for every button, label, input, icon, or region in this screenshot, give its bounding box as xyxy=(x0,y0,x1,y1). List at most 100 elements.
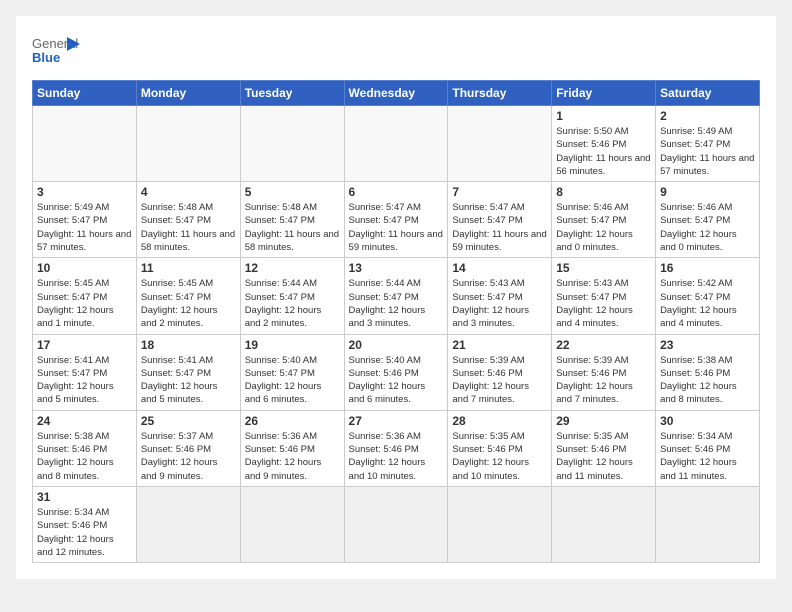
day-number: 14 xyxy=(452,261,547,275)
day-number: 29 xyxy=(556,414,651,428)
day-number: 24 xyxy=(37,414,132,428)
calendar-cell: 16Sunrise: 5:42 AMSunset: 5:47 PMDayligh… xyxy=(656,258,760,334)
calendar-cell: 3 Sunrise: 5:49 AMSunset: 5:47 PMDaylight… xyxy=(33,182,137,258)
logo: GeneralBlue xyxy=(32,32,82,72)
page-container: GeneralBlue SundayMondayTuesdayWednesday… xyxy=(16,16,776,579)
day-info: Sunrise: 5:39 AMSunset: 5:46 PMDaylight:… xyxy=(556,354,651,407)
day-number: 23 xyxy=(660,338,755,352)
calendar-cell: 4Sunrise: 5:48 AMSunset: 5:47 PMDaylight… xyxy=(136,182,240,258)
calendar-cell: 20 Sunrise: 5:40 AMSunset: 5:46 PMDayligh… xyxy=(344,334,448,410)
day-info: Sunrise: 5:46 AMSunset: 5:47 PMDaylight:… xyxy=(660,201,755,254)
calendar-cell: 17 Sunrise: 5:41 AMSunset: 5:47 PMDayligh… xyxy=(33,334,137,410)
calendar-cell: 2Sunrise: 5:49 AMSunset: 5:47 PMDaylight… xyxy=(656,106,760,182)
calendar-cell: 27Sunrise: 5:36 AMSunset: 5:46 PMDayligh… xyxy=(344,410,448,486)
day-info: Sunrise: 5:47 AMSunset: 5:47 PMDaylight:… xyxy=(349,201,444,254)
calendar-cell: 18Sunrise: 5:41 AMSunset: 5:47 PMDayligh… xyxy=(136,334,240,410)
calendar-cell: 6 Sunrise: 5:47 AMSunset: 5:47 PMDaylight… xyxy=(344,182,448,258)
calendar-cell: 14 Sunrise: 5:43 AMSunset: 5:47 PMDayligh… xyxy=(448,258,552,334)
calendar-cell: 12 Sunrise: 5:44 AMSunset: 5:47 PMDayligh… xyxy=(240,258,344,334)
calendar-cell xyxy=(240,106,344,182)
calendar-cell xyxy=(136,106,240,182)
day-info: Sunrise: 5:43 AMSunset: 5:47 PMDaylight:… xyxy=(452,277,547,330)
calendar-week-3: 10Sunrise: 5:45 AMSunset: 5:47 PMDayligh… xyxy=(33,258,760,334)
day-info: Sunrise: 5:46 AMSunset: 5:47 PMDaylight:… xyxy=(556,201,651,254)
calendar-week-6: 31Sunrise: 5:34 AMSunset: 5:46 PMDayligh… xyxy=(33,486,760,562)
calendar-cell xyxy=(656,486,760,562)
day-number: 9 xyxy=(660,185,755,199)
day-info: Sunrise: 5:35 AMSunset: 5:46 PMDaylight:… xyxy=(556,430,651,483)
calendar-week-5: 24Sunrise: 5:38 AMSunset: 5:46 PMDayligh… xyxy=(33,410,760,486)
day-number: 1 xyxy=(556,109,651,123)
calendar-week-1: 1 Sunrise: 5:50 AMSunset: 5:46 PMDaylight… xyxy=(33,106,760,182)
day-number: 17 xyxy=(37,338,132,352)
calendar-cell xyxy=(344,486,448,562)
calendar-cell: 13Sunrise: 5:44 AMSunset: 5:47 PMDayligh… xyxy=(344,258,448,334)
day-info: Sunrise: 5:36 AMSunset: 5:46 PMDaylight:… xyxy=(245,430,340,483)
calendar-cell: 21Sunrise: 5:39 AMSunset: 5:46 PMDayligh… xyxy=(448,334,552,410)
day-number: 26 xyxy=(245,414,340,428)
calendar-cell: 22 Sunrise: 5:39 AMSunset: 5:46 PMDayligh… xyxy=(552,334,656,410)
day-number: 2 xyxy=(660,109,755,123)
day-info: Sunrise: 5:41 AMSunset: 5:47 PMDaylight:… xyxy=(37,354,132,407)
day-number: 20 xyxy=(349,338,444,352)
calendar-cell xyxy=(240,486,344,562)
day-info: Sunrise: 5:41 AMSunset: 5:47 PMDaylight:… xyxy=(141,354,236,407)
calendar-cell: 29 Sunrise: 5:35 AMSunset: 5:46 PMDayligh… xyxy=(552,410,656,486)
day-number: 4 xyxy=(141,185,236,199)
day-number: 6 xyxy=(349,185,444,199)
header: GeneralBlue xyxy=(32,32,760,72)
day-info: Sunrise: 5:50 AMSunset: 5:46 PMDaylight:… xyxy=(556,125,651,178)
calendar-cell xyxy=(448,106,552,182)
day-number: 15 xyxy=(556,261,651,275)
calendar-cell: 7 Sunrise: 5:47 AMSunset: 5:47 PMDaylight… xyxy=(448,182,552,258)
calendar-cell xyxy=(448,486,552,562)
calendar-cell xyxy=(552,486,656,562)
day-info: Sunrise: 5:40 AMSunset: 5:47 PMDaylight:… xyxy=(245,354,340,407)
calendar-header-monday: Monday xyxy=(136,81,240,106)
calendar-header-tuesday: Tuesday xyxy=(240,81,344,106)
day-number: 12 xyxy=(245,261,340,275)
calendar-table: SundayMondayTuesdayWednesdayThursdayFrid… xyxy=(32,80,760,563)
day-info: Sunrise: 5:44 AMSunset: 5:47 PMDaylight:… xyxy=(349,277,444,330)
day-number: 5 xyxy=(245,185,340,199)
calendar-cell: 23 Sunrise: 5:38 AMSunset: 5:46 PMDayligh… xyxy=(656,334,760,410)
day-info: Sunrise: 5:38 AMSunset: 5:46 PMDaylight:… xyxy=(660,354,755,407)
calendar-cell xyxy=(136,486,240,562)
calendar-cell: 9 Sunrise: 5:46 AMSunset: 5:47 PMDaylight… xyxy=(656,182,760,258)
day-number: 19 xyxy=(245,338,340,352)
calendar-cell: 30 Sunrise: 5:34 AMSunset: 5:46 PMDayligh… xyxy=(656,410,760,486)
day-number: 28 xyxy=(452,414,547,428)
calendar-cell xyxy=(344,106,448,182)
day-info: Sunrise: 5:40 AMSunset: 5:46 PMDaylight:… xyxy=(349,354,444,407)
calendar-header-saturday: Saturday xyxy=(656,81,760,106)
day-number: 31 xyxy=(37,490,132,504)
day-number: 25 xyxy=(141,414,236,428)
day-number: 3 xyxy=(37,185,132,199)
day-info: Sunrise: 5:49 AMSunset: 5:47 PMDaylight:… xyxy=(37,201,132,254)
day-number: 22 xyxy=(556,338,651,352)
day-info: Sunrise: 5:45 AMSunset: 5:47 PMDaylight:… xyxy=(141,277,236,330)
day-info: Sunrise: 5:34 AMSunset: 5:46 PMDaylight:… xyxy=(660,430,755,483)
day-number: 27 xyxy=(349,414,444,428)
calendar-cell: 11 Sunrise: 5:45 AMSunset: 5:47 PMDayligh… xyxy=(136,258,240,334)
calendar-cell: 15Sunrise: 5:43 AMSunset: 5:47 PMDayligh… xyxy=(552,258,656,334)
day-number: 30 xyxy=(660,414,755,428)
calendar-cell: 24Sunrise: 5:38 AMSunset: 5:46 PMDayligh… xyxy=(33,410,137,486)
day-number: 16 xyxy=(660,261,755,275)
day-info: Sunrise: 5:48 AMSunset: 5:47 PMDaylight:… xyxy=(245,201,340,254)
day-info: Sunrise: 5:45 AMSunset: 5:47 PMDaylight:… xyxy=(37,277,132,330)
calendar-week-4: 17 Sunrise: 5:41 AMSunset: 5:47 PMDayligh… xyxy=(33,334,760,410)
calendar-week-2: 3 Sunrise: 5:49 AMSunset: 5:47 PMDaylight… xyxy=(33,182,760,258)
day-info: Sunrise: 5:44 AMSunset: 5:47 PMDaylight:… xyxy=(245,277,340,330)
calendar-cell: 26 Sunrise: 5:36 AMSunset: 5:46 PMDayligh… xyxy=(240,410,344,486)
calendar-cell xyxy=(33,106,137,182)
calendar-cell: 25Sunrise: 5:37 AMSunset: 5:46 PMDayligh… xyxy=(136,410,240,486)
calendar-cell: 8Sunrise: 5:46 AMSunset: 5:47 PMDaylight… xyxy=(552,182,656,258)
day-number: 11 xyxy=(141,261,236,275)
calendar-header-friday: Friday xyxy=(552,81,656,106)
day-info: Sunrise: 5:39 AMSunset: 5:46 PMDaylight:… xyxy=(452,354,547,407)
day-info: Sunrise: 5:35 AMSunset: 5:46 PMDaylight:… xyxy=(452,430,547,483)
calendar-cell: 19 Sunrise: 5:40 AMSunset: 5:47 PMDayligh… xyxy=(240,334,344,410)
day-info: Sunrise: 5:47 AMSunset: 5:47 PMDaylight:… xyxy=(452,201,547,254)
day-number: 7 xyxy=(452,185,547,199)
